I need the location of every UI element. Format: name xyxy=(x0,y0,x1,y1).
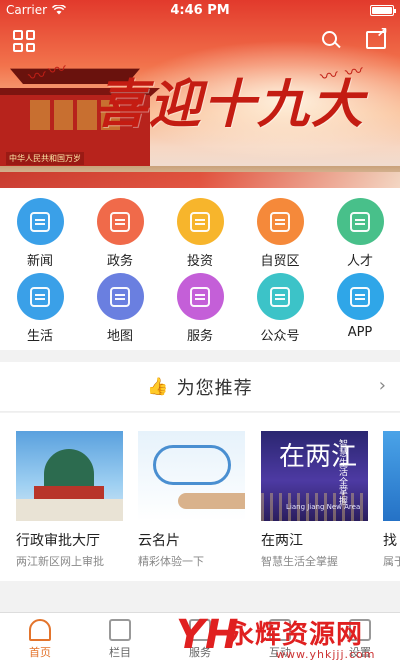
feature-label: 生活 xyxy=(26,329,53,344)
banner[interactable]: 中华人民共和国万岁 〰 〰 〰 〰 喜迎十九大 xyxy=(0,0,400,188)
feature-label: APP xyxy=(347,325,373,340)
cloud-hand-image xyxy=(138,431,245,521)
recommend-carousel[interactable]: 行政审批大厅 两江新区网上审批 云名片 精彩体验一下 在两江 智慧生活全掌握 L… xyxy=(0,413,400,581)
card-title: 云名片 xyxy=(138,533,180,549)
feature-briefcase[interactable]: 服务 xyxy=(160,273,240,348)
feature-label: 人才 xyxy=(346,254,373,269)
interact-icon xyxy=(269,619,291,641)
clock: 4:46 PM xyxy=(170,2,230,18)
feature-phone[interactable]: APP xyxy=(320,273,400,348)
tab-label: 首页 xyxy=(29,646,51,659)
government-icon xyxy=(96,198,144,245)
dove-icon: 〰 xyxy=(46,58,68,83)
bottom-tab-bar: 首页 栏目 服务 互动 设置 xyxy=(0,612,400,666)
card-subtitle: 智慧生活全掌握 xyxy=(261,555,338,568)
card-title: 找 xyxy=(383,533,397,549)
chevron-right-icon[interactable]: › xyxy=(379,375,386,396)
people-icon xyxy=(336,198,384,245)
banner-plaque: 中华人民共和国万岁 xyxy=(6,152,84,165)
banner-title: 喜迎十九大 xyxy=(95,74,366,135)
feature-row: 生活 地图 服务 公众号 APP xyxy=(0,273,400,348)
map-icon xyxy=(96,273,144,320)
news-icon xyxy=(16,198,64,245)
card-subtitle: 属于 xyxy=(383,555,400,568)
tab-home[interactable]: 首页 xyxy=(0,613,80,666)
briefcase-icon xyxy=(176,273,224,320)
thumbs-up-icon: 👍 xyxy=(147,376,169,397)
handshake-icon xyxy=(176,198,224,245)
coffee-icon xyxy=(16,273,64,320)
phone-icon xyxy=(336,273,384,320)
feature-map[interactable]: 地图 xyxy=(80,273,160,348)
feature-row: 新闻 政务 投资 自贸区 人才 xyxy=(0,198,400,273)
feature-free-trade[interactable]: 自贸区 xyxy=(240,198,320,273)
recommend-header: 👍 为您推荐 › xyxy=(0,362,400,412)
tab-interact[interactable]: 互动 xyxy=(240,613,320,666)
feature-government[interactable]: 政务 xyxy=(80,198,160,273)
tab-label: 设置 xyxy=(349,646,371,659)
grid-menu-icon[interactable] xyxy=(13,30,35,52)
card-partial[interactable]: 找 属于 xyxy=(383,431,400,569)
battery-icon xyxy=(370,4,396,16)
settings-icon xyxy=(349,619,371,641)
admin-hall-image xyxy=(16,431,123,521)
feature-handshake[interactable]: 投资 xyxy=(160,198,240,273)
image-vertical-text: 智慧生活全掌握 xyxy=(339,440,349,507)
search-icon[interactable] xyxy=(322,31,341,49)
tab-label: 互动 xyxy=(269,646,291,659)
partial-card-image xyxy=(383,431,400,521)
feature-label: 自贸区 xyxy=(260,254,300,269)
feature-label: 服务 xyxy=(186,329,213,344)
tab-label: 栏目 xyxy=(109,646,131,659)
image-caption: Liang Jiang New Area xyxy=(286,503,361,511)
feature-coffee[interactable]: 生活 xyxy=(0,273,80,348)
tab-settings[interactable]: 设置 xyxy=(320,613,400,666)
card-cloud-card[interactable]: 云名片 精彩体验一下 xyxy=(138,431,245,569)
recommend-title: 为您推荐 xyxy=(176,377,253,399)
feature-label: 投资 xyxy=(186,254,213,269)
feature-label: 地图 xyxy=(106,329,133,344)
feature-chat[interactable]: 公众号 xyxy=(240,273,320,348)
feature-label: 公众号 xyxy=(260,329,300,344)
chat-icon xyxy=(256,273,304,320)
home-icon xyxy=(29,619,51,641)
feature-news[interactable]: 新闻 xyxy=(0,198,80,273)
tab-label: 服务 xyxy=(189,646,211,659)
services-icon xyxy=(189,619,211,641)
card-zai-liangjiang[interactable]: 在两江 智慧生活全掌握 Liang Jiang New Area 在两江 智慧生… xyxy=(261,431,368,569)
feature-grid: 新闻 政务 投资 自贸区 人才 生活 地图 服务 公众号 APP xyxy=(0,188,400,350)
feature-people[interactable]: 人才 xyxy=(320,198,400,273)
feature-label: 新闻 xyxy=(26,254,53,269)
calendar-icon xyxy=(109,619,131,641)
tab-services[interactable]: 服务 xyxy=(160,613,240,666)
card-subtitle: 精彩体验一下 xyxy=(138,555,204,568)
dove-icon: 〰 xyxy=(26,64,48,89)
card-subtitle: 两江新区网上审批 xyxy=(16,555,104,568)
banner-red-ribbon xyxy=(0,172,400,188)
free-trade-icon xyxy=(256,198,304,245)
card-title: 在两江 xyxy=(261,533,303,549)
status-bar: Carrier 4:46 PM xyxy=(0,0,400,20)
card-title: 行政审批大厅 xyxy=(16,533,100,549)
liangjiang-night-image: 在两江 智慧生活全掌握 Liang Jiang New Area xyxy=(261,431,368,521)
tab-columns[interactable]: 栏目 xyxy=(80,613,160,666)
share-icon[interactable] xyxy=(366,25,388,49)
feature-label: 政务 xyxy=(106,254,133,269)
card-admin-hall[interactable]: 行政审批大厅 两江新区网上审批 xyxy=(16,431,123,569)
